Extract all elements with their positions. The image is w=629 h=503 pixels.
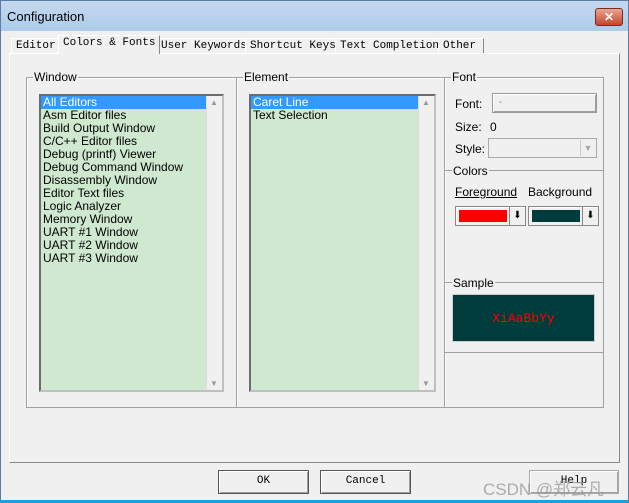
configuration-dialog: Configuration ✕ Editor Colors & Fonts Us…: [0, 0, 629, 503]
tab-editor[interactable]: Editor: [11, 38, 61, 54]
background-swatch: [532, 210, 580, 222]
font-group-label: Font: [451, 70, 478, 84]
window-list-item[interactable]: UART #3 Window: [41, 252, 222, 265]
tab-other[interactable]: Other: [438, 38, 484, 54]
cancel-button[interactable]: Cancel: [320, 470, 411, 494]
dropdown-arrow-icon[interactable]: ⬇: [582, 207, 598, 225]
watermark: CSDN @郑云凡: [483, 480, 605, 499]
style-combobox[interactable]: ▼: [488, 138, 597, 158]
scrollbar[interactable]: ▲ ▼: [418, 96, 434, 390]
background-color-picker[interactable]: ⬇: [528, 206, 599, 226]
element-group-label: Element: [243, 70, 290, 84]
chevron-down-icon[interactable]: ▼: [580, 140, 595, 156]
background-label: Background: [528, 185, 593, 199]
tab-shortcut-keys[interactable]: Shortcut Keys: [245, 38, 341, 54]
sample-group-label: Sample: [452, 276, 495, 290]
tab-text-completion[interactable]: Text Completion: [335, 38, 445, 54]
scrollbar[interactable]: ▲ ▼: [206, 96, 222, 390]
font-label: Font:: [455, 97, 483, 111]
ok-button[interactable]: OK: [218, 470, 309, 494]
scroll-down-icon[interactable]: ▼: [210, 379, 218, 388]
style-label: Style:: [455, 142, 486, 156]
scroll-down-icon[interactable]: ▼: [422, 379, 430, 388]
element-listbox[interactable]: Caret Line Text Selection ▲ ▼: [249, 94, 436, 392]
foreground-color-picker[interactable]: ⬇: [455, 206, 526, 226]
divider: [445, 352, 603, 353]
close-button[interactable]: ✕: [595, 8, 623, 26]
element-list-item[interactable]: Text Selection: [251, 109, 434, 122]
foreground-label: Foreground: [455, 185, 518, 199]
scroll-up-icon[interactable]: ▲: [422, 98, 430, 107]
colors-group-label: Colors: [452, 164, 489, 178]
tab-colors-fonts[interactable]: Colors & Fonts: [58, 35, 161, 54]
title-bar: Configuration ✕: [1, 1, 628, 31]
size-value: 0: [490, 120, 497, 134]
foreground-swatch: [459, 210, 507, 222]
dropdown-arrow-icon[interactable]: ⬇: [509, 207, 525, 225]
sample-preview: XiAaBbYy: [452, 294, 595, 342]
close-icon: ✕: [603, 10, 615, 24]
size-label: Size:: [455, 120, 482, 134]
tab-user-keywords[interactable]: User Keywords: [156, 38, 252, 54]
window-listbox[interactable]: All Editors Asm Editor files Build Output …: [39, 94, 224, 392]
scroll-up-icon[interactable]: ▲: [210, 98, 218, 107]
window-title: Configuration: [7, 9, 85, 24]
font-button[interactable]: -: [492, 93, 597, 113]
window-group-label: Window: [33, 70, 78, 84]
